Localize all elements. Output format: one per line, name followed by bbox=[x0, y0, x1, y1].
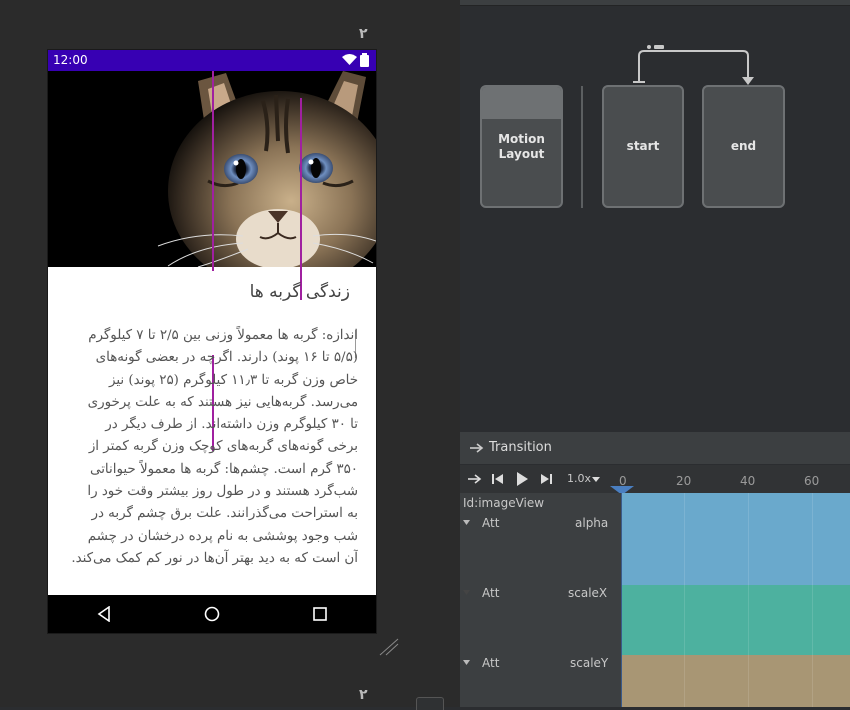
ruler-tick-label: 40 bbox=[740, 474, 756, 488]
guide-line-vertical[interactable] bbox=[212, 71, 214, 271]
alpha-track[interactable] bbox=[622, 493, 850, 585]
status-bar: 12:00 bbox=[48, 50, 376, 71]
back-icon[interactable] bbox=[97, 606, 111, 622]
expand-chevron-icon[interactable] bbox=[463, 590, 470, 596]
motion-layout-card[interactable]: Motion Layout bbox=[480, 85, 563, 208]
status-time: 12:00 bbox=[53, 53, 88, 67]
motion-layout-label: Motion Layout bbox=[498, 132, 545, 161]
row-attribute-name: scaleY bbox=[570, 656, 609, 670]
battery-icon bbox=[360, 53, 369, 67]
article-title: زندگی گربه ها bbox=[249, 282, 350, 302]
body-line: می‌رسد. گربه‌هایی نیز هستند که به علت پر… bbox=[87, 394, 358, 410]
end-label: end bbox=[730, 139, 757, 153]
scalex-track[interactable] bbox=[622, 585, 850, 655]
article-body: اندازه: گربه ها معمولاً وزنی بین ۲/۵ تا … bbox=[66, 325, 358, 570]
row-attribute-name: alpha bbox=[575, 516, 609, 530]
body-line: اندازه: گربه ها معمولاً وزنی بین ۲/۵ تا … bbox=[88, 328, 358, 343]
expand-chevron-icon[interactable] bbox=[463, 520, 470, 526]
grid-line bbox=[812, 493, 813, 707]
body-line: تا ۳۰ کیلوگرم وزن داشته‌اند. از طرف دیگر… bbox=[105, 417, 358, 433]
body-line: ۳۵۰ گرم است. چشم‌ها: گربه ها معمولاً حیو… bbox=[90, 461, 358, 477]
body-line: به استراحت می‌گذرانند. علت برق چشم گربه … bbox=[91, 506, 358, 522]
play-icon[interactable] bbox=[516, 472, 528, 486]
timeline-header: Transition bbox=[460, 432, 850, 465]
guide-line-vertical[interactable] bbox=[300, 98, 302, 300]
graph-divider bbox=[581, 86, 583, 208]
phone-preview[interactable]: 12:00 زندگی گربه ها اندازه: گربه ها معمو… bbox=[48, 50, 376, 633]
constraint-set-end[interactable]: end bbox=[702, 85, 785, 208]
home-icon[interactable] bbox=[204, 606, 220, 622]
panel-corner-button[interactable] bbox=[416, 697, 444, 710]
view-id-label: Id:imageView bbox=[463, 496, 545, 510]
scaley-track[interactable] bbox=[622, 655, 850, 707]
design-canvas: ۲ ۲ 12:00 زندگی گربه ها اندازه: گربه ها … bbox=[0, 0, 460, 707]
chevron-down-icon[interactable] bbox=[592, 477, 600, 483]
grid-line bbox=[684, 493, 685, 707]
body-line: (۵/۵ تا ۱۶ پوند) دارند. اگرچه در بعضی گو… bbox=[95, 350, 358, 366]
expand-chevron-icon[interactable] bbox=[463, 660, 470, 666]
timeline-title: Transition bbox=[489, 440, 552, 455]
grid-line bbox=[748, 493, 749, 707]
canvas-label-top: ۲ bbox=[359, 26, 368, 42]
timeline-panel: Transition 1.0x 0 20 40 60 Id:imageView bbox=[460, 432, 850, 707]
navigation-bar bbox=[48, 595, 376, 633]
body-line: برخی گونه‌های گربه‌های کوچک وزن گربه کمت… bbox=[88, 439, 358, 455]
speed-selector[interactable]: 1.0x bbox=[567, 472, 591, 485]
motion-layout-card-header bbox=[482, 87, 561, 119]
wifi-icon bbox=[342, 54, 357, 65]
timeline-toolbar: 1.0x bbox=[460, 465, 850, 493]
body-line: آن است که به دید بهتر آن‌ها در نور کم کم… bbox=[71, 550, 358, 566]
transition-arrow-icon[interactable] bbox=[630, 40, 760, 88]
body-line: شب وجود پوششی به نام پرده درخشان در چشم bbox=[87, 528, 358, 544]
loop-mode-icon[interactable] bbox=[468, 474, 482, 484]
row-att-label: Att bbox=[482, 516, 500, 530]
row-att-label: Att bbox=[482, 656, 500, 670]
row-attribute-name: scaleX bbox=[568, 586, 608, 600]
body-line: شب‌گرد هستند و در طول روز بیشتر وقت خود … bbox=[87, 484, 358, 500]
transition-arrow-small-icon bbox=[470, 443, 484, 453]
resize-handle-icon[interactable] bbox=[378, 637, 400, 657]
canvas-label-bottom: ۲ bbox=[359, 687, 368, 703]
ruler-tick-label: 60 bbox=[804, 474, 820, 488]
start-label: start bbox=[626, 139, 660, 153]
timeline-tracks: Id:imageView Att alpha Att scaleX Att sc… bbox=[460, 493, 850, 707]
constraint-set-start[interactable]: start bbox=[602, 85, 684, 208]
top-toolbar-edge bbox=[460, 0, 850, 6]
ruler-tick-label: 20 bbox=[676, 474, 692, 488]
body-line: خاص وزن گربه تا ۱۱٫۳ کیلوگرم (۲۵ پوند) ن… bbox=[108, 372, 358, 388]
recents-icon[interactable] bbox=[313, 607, 327, 621]
row-att-label: Att bbox=[482, 586, 500, 600]
skip-to-end-icon[interactable] bbox=[540, 473, 552, 485]
skip-to-start-icon[interactable] bbox=[492, 473, 504, 485]
playhead-line bbox=[621, 493, 622, 707]
